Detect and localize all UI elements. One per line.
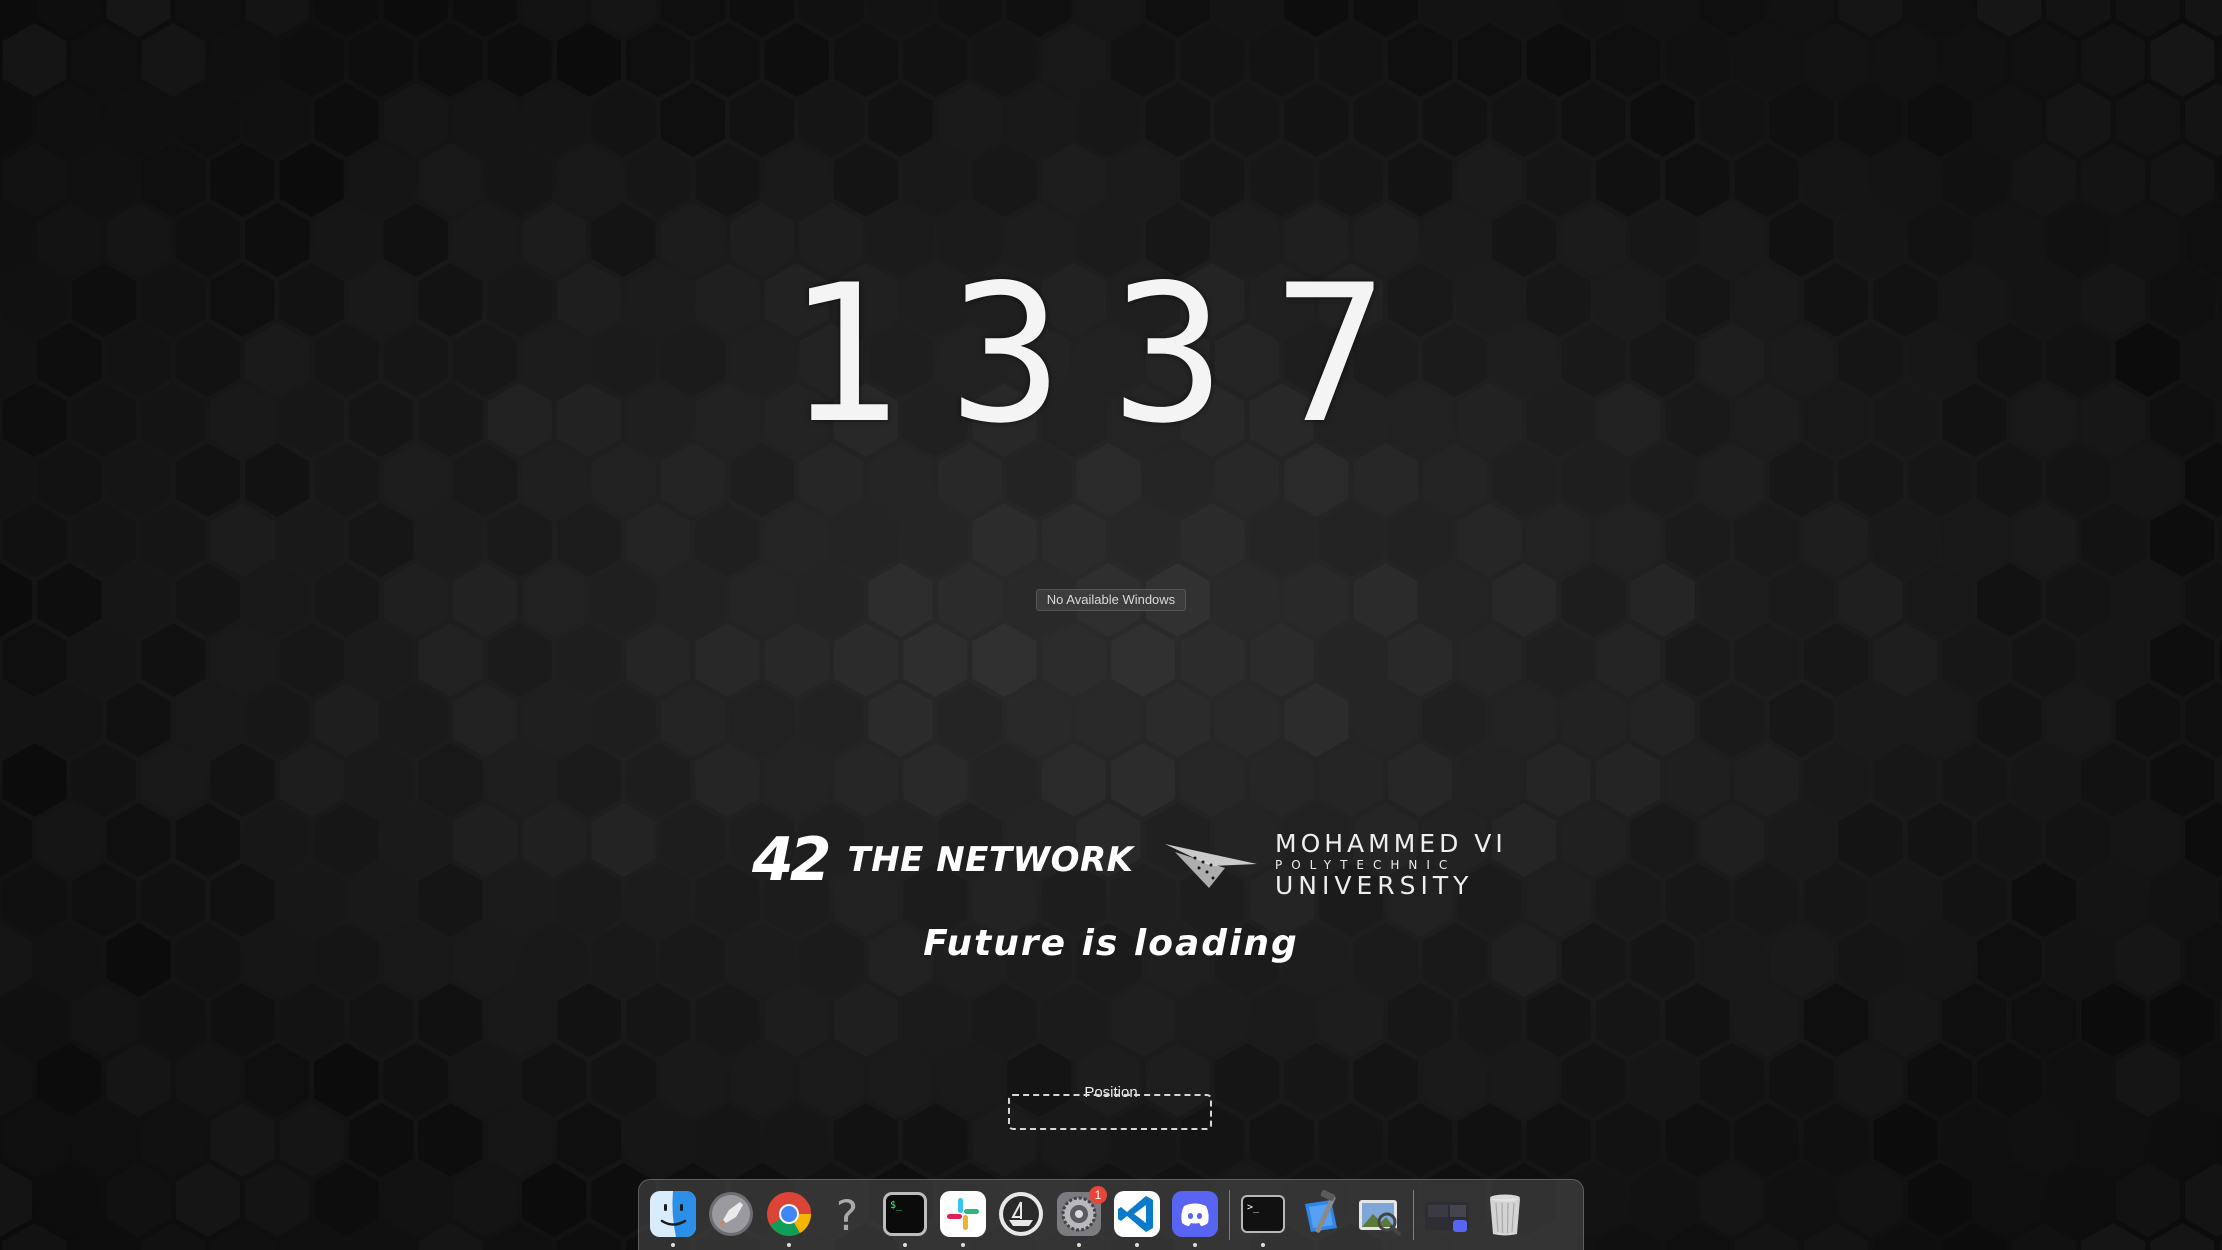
slack-icon — [940, 1191, 986, 1237]
running-indicator — [1261, 1243, 1265, 1247]
dock-item-xcode[interactable] — [1297, 1189, 1345, 1238]
running-indicator — [961, 1243, 965, 1247]
dock-item-terminal[interactable]: >_ — [1239, 1190, 1287, 1247]
dock-item-unknown-app[interactable]: ? — [823, 1190, 871, 1240]
finder-icon — [650, 1191, 696, 1237]
logo-um6p: MOHAMMED VI POLYTECHNIC UNIVERSITY — [1165, 831, 1507, 898]
xcode-icon — [1305, 1189, 1337, 1233]
trash-icon — [1490, 1194, 1520, 1236]
chrome-icon — [767, 1192, 812, 1236]
terminal-icon: >_ — [1241, 1195, 1285, 1233]
preview-icon — [1359, 1200, 1401, 1236]
um6p-emblem-icon — [1165, 844, 1257, 888]
logo-42-mark: 42 — [752, 825, 831, 895]
running-indicator — [787, 1243, 791, 1247]
iterm-icon: $_ — [883, 1192, 927, 1236]
svg-text:?: ? — [836, 1191, 858, 1238]
logo-42-text: THE NETWORK — [847, 840, 1134, 880]
position-dropzone[interactable] — [1008, 1094, 1212, 1130]
svg-text:$_: $_ — [890, 1200, 903, 1211]
um6p-line1: MOHAMMED VI — [1275, 828, 1507, 858]
launchpad-icon — [709, 1192, 753, 1236]
hexagon-wallpaper — [0, 0, 2222, 1250]
running-indicator — [1135, 1243, 1139, 1247]
dock-item-launchpad[interactable] — [707, 1190, 755, 1238]
running-indicator — [903, 1243, 907, 1247]
dock-item-slack[interactable] — [939, 1190, 987, 1247]
notification-badge: 1 — [1089, 1186, 1107, 1204]
running-indicator — [671, 1243, 675, 1247]
logo-42-the-network: 42 THE NETWORK — [752, 825, 1134, 895]
dock-item-managed-software-center[interactable] — [997, 1190, 1045, 1238]
um6p-line3: UNIVERSITY — [1275, 870, 1474, 900]
dock-item-iterm[interactable]: $_ — [881, 1190, 929, 1247]
dock-item-preview[interactable] — [1355, 1190, 1403, 1238]
question-mark-icon: ? — [836, 1191, 858, 1240]
dock-item-finder[interactable] — [649, 1190, 697, 1247]
msc-icon — [999, 1192, 1043, 1236]
um6p-line2: POLYTECHNIC — [1275, 857, 1457, 872]
vscode-icon — [1114, 1191, 1160, 1237]
tagline: Future is loading — [923, 923, 1299, 964]
dock-item-vscode[interactable] — [1113, 1190, 1161, 1247]
downloads-stack-icon — [1425, 1202, 1469, 1232]
dock-separator — [1229, 1190, 1230, 1240]
dock: ? $_ 1 >_ — [638, 1179, 1584, 1250]
um6p-text: MOHAMMED VI POLYTECHNIC UNIVERSITY — [1275, 831, 1507, 898]
dock-item-chrome[interactable] — [765, 1190, 813, 1247]
svg-text:>_: >_ — [1247, 1202, 1260, 1213]
running-indicator — [1193, 1243, 1197, 1247]
no-available-windows-label: No Available Windows — [1036, 589, 1186, 611]
dock-item-discord[interactable] — [1171, 1190, 1219, 1247]
big-number-1337: 1337 — [786, 244, 1436, 465]
running-indicator — [1077, 1243, 1081, 1247]
dock-item-downloads-stack[interactable] — [1423, 1190, 1471, 1238]
dock-item-system-preferences[interactable]: 1 — [1055, 1186, 1107, 1247]
dock-item-trash[interactable] — [1481, 1190, 1529, 1238]
dock-separator — [1413, 1190, 1414, 1240]
discord-icon — [1172, 1191, 1218, 1237]
